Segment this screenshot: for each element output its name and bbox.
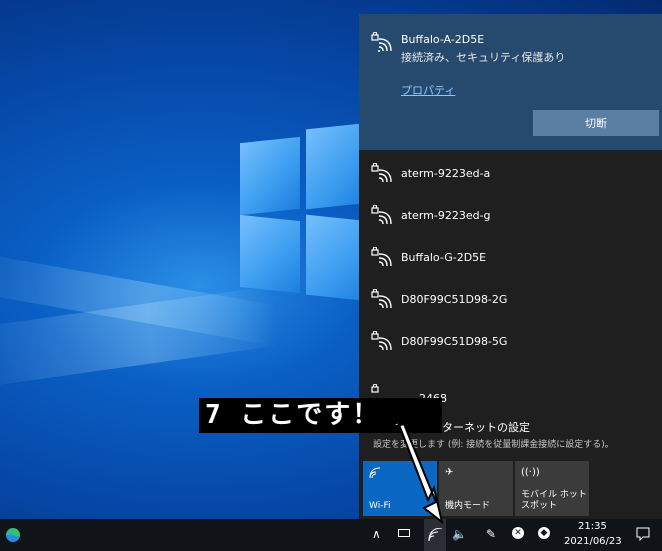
dropbox-icon[interactable]: ◆: [538, 527, 550, 539]
network-name: D80F99C51D98-5G: [401, 335, 508, 348]
wifi-secure-icon: [371, 205, 392, 225]
clock-time[interactable]: 21:35: [578, 521, 607, 532]
edge-browser-icon[interactable]: [6, 528, 20, 542]
wifi-toggle-label: Wi-Fi: [369, 501, 391, 511]
wifi-secure-icon: [371, 247, 392, 267]
connected-network-name: Buffalo-A-2D5E: [401, 33, 485, 46]
properties-link[interactable]: プロパティ: [401, 82, 455, 98]
airplane-icon: ✈: [445, 467, 454, 478]
network-item[interactable]: D80F99C51D98-2G: [359, 278, 662, 320]
network-item[interactable]: D80F99C51D98-5G: [359, 320, 662, 362]
connected-network-status: 接続済み、セキュリティ保護あり: [401, 51, 566, 64]
chevron-up-icon[interactable]: ∧: [372, 527, 381, 541]
network-name: Buffalo-G-2D5E: [401, 251, 487, 264]
wifi-secure-icon: [371, 32, 392, 52]
connected-network-panel[interactable]: Buffalo-A-2D5E 接続済み、セキュリティ保護あり プロパティ 切断: [359, 14, 662, 150]
wifi-secure-icon: [371, 331, 392, 351]
wifi-icon: [369, 467, 381, 479]
network-name: aterm-9223ed-g: [401, 209, 491, 222]
network-name: D80F99C51D98-2G: [401, 293, 508, 306]
wifi-secure-icon: [371, 163, 392, 183]
volume-icon[interactable]: 🔈: [452, 527, 467, 541]
network-flyout: Buffalo-A-2D5E 接続済み、セキュリティ保護あり プロパティ 切断 …: [359, 14, 662, 519]
airplane-mode-toggle[interactable]: ✈ 機内モード: [439, 461, 513, 516]
pen-icon[interactable]: ✎: [486, 527, 496, 541]
network-item[interactable]: Buffalo-G-2D5E: [359, 236, 662, 278]
airplane-mode-label: 機内モード: [445, 501, 491, 511]
taskbar: ∧ 🔈 ✎ ✕ ◆ 21:35 2021/06/23: [0, 519, 662, 551]
mobile-hotspot-toggle[interactable]: ((·)) モバイル ホットスポット: [515, 461, 589, 516]
wifi-icon[interactable]: [427, 528, 443, 542]
network-settings-link[interactable]: ンターネットの設定: [431, 419, 530, 435]
windows-logo: [240, 120, 370, 302]
notification-icon[interactable]: [636, 527, 650, 541]
hotspot-icon: ((·)): [521, 467, 540, 478]
wifi-toggle[interactable]: Wi-Fi: [363, 461, 437, 516]
network-settings-description: 設定を変更します (例: 接続を従量制課金接続に設定する)。: [373, 440, 614, 450]
clock-date[interactable]: 2021/06/23: [564, 536, 622, 547]
mobile-hotspot-label: モバイル ホットスポット: [521, 490, 587, 511]
network-item[interactable]: aterm-9223ed-g: [359, 194, 662, 236]
wifi-secure-icon: [371, 289, 392, 309]
callout-label: 7 ここです！: [199, 398, 442, 433]
network-name: aterm-9223ed-a: [401, 167, 491, 180]
x-circle-icon[interactable]: ✕: [512, 527, 524, 539]
disconnect-button[interactable]: 切断: [533, 110, 659, 136]
battery-icon[interactable]: [398, 529, 410, 537]
network-item[interactable]: aterm-9223ed-a: [359, 152, 662, 194]
